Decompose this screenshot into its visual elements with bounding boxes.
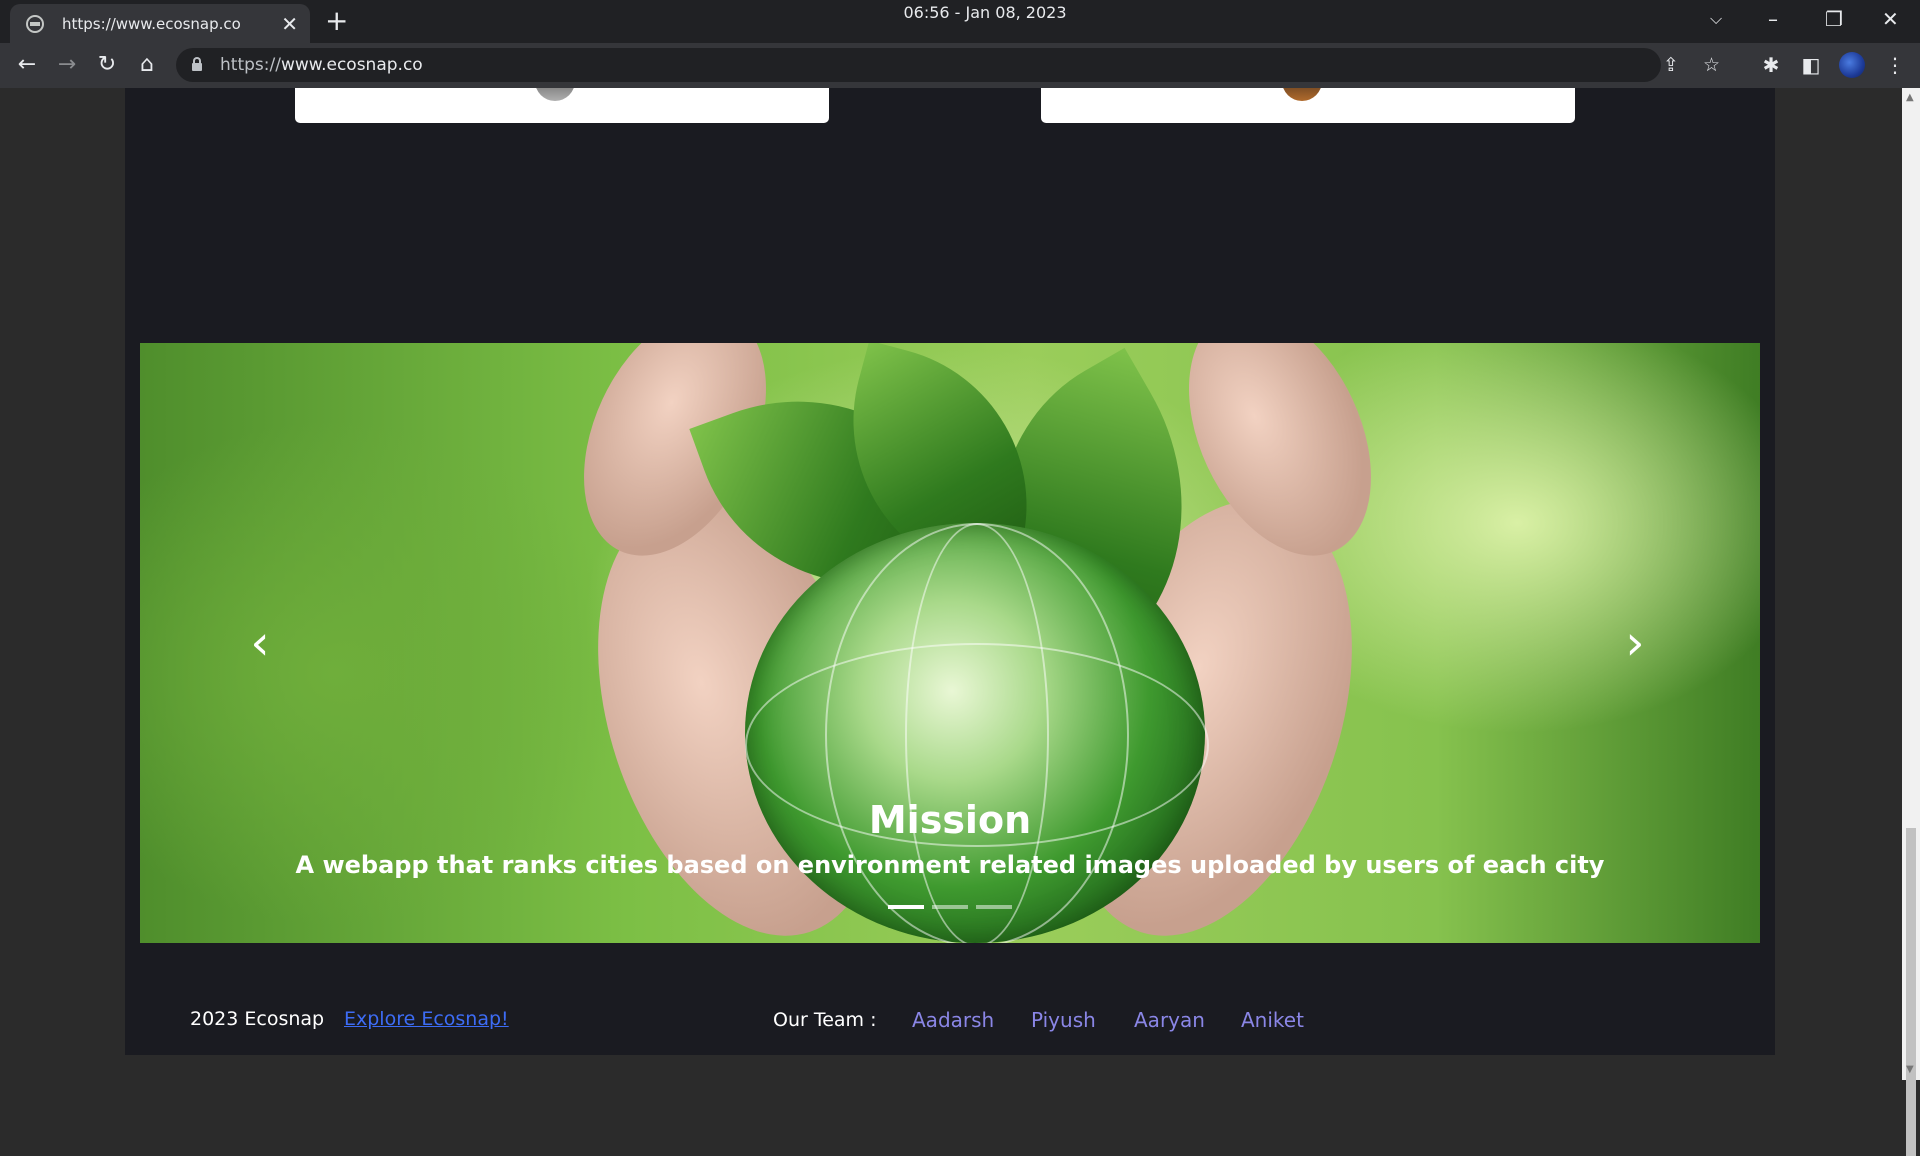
mission-carousel: ‹ › Mission A webapp that ranks cities b… [140,343,1760,943]
back-icon[interactable]: ← [12,50,42,80]
sidebar-icon[interactable]: ◧ [1796,50,1826,80]
url-text[interactable]: https://www.ecosnap.co [220,55,423,75]
share-icon[interactable]: ⇪ [1663,50,1679,80]
tab-search-chevron-down-icon[interactable]: ⌵ [1710,6,1722,32]
carousel-indicator[interactable] [976,905,1012,909]
url-host: www.ecosnap.co [280,55,423,75]
carousel-prev-chevron-left-icon[interactable]: ‹ [240,613,280,673]
profile-icon[interactable] [1839,52,1865,78]
carousel-indicator[interactable] [932,905,968,909]
team-link-aadarsh[interactable]: Aadarsh [912,1008,994,1032]
team-link-aaryan[interactable]: Aaryan [1134,1008,1205,1032]
carousel-indicators [140,905,1760,909]
city-card[interactable]: › [295,88,829,123]
page-main: › › ‹ › Missi [125,88,1775,1055]
city-card-avatar [1282,88,1322,101]
star-icon[interactable]: ☆ [1703,50,1720,80]
vertical-scrollbar[interactable]: ▲ ▼ [1902,88,1920,1156]
city-card[interactable]: › [1041,88,1575,123]
scrollbar-thumb[interactable] [1906,828,1916,1156]
page-viewport: › › ‹ › Missi [0,88,1902,1080]
copyright-text: 2023 Ecosnap [190,1008,325,1030]
team-link-piyush[interactable]: Piyush [1031,1008,1096,1032]
address-bar[interactable]: https://www.ecosnap.co ⇪ ☆ [176,48,1720,82]
team-link-aniket[interactable]: Aniket [1241,1008,1304,1032]
chevron-right-icon: › [1519,88,1525,93]
browser-title-bar: https://www.ecosnap.co ✕ + 06:56 - Jan 0… [0,0,1920,43]
carousel-indicator[interactable] [888,905,924,909]
restore-icon[interactable]: ❐ [1825,6,1843,32]
minimize-icon[interactable]: – [1768,6,1778,32]
browser-toolbar: ← → ↻ ⌂ https://www.ecosnap.co ⇪ ☆ ✱ ◧ ⋮ [0,43,1920,88]
explore-link[interactable]: Explore Ecosnap! [344,1008,509,1030]
carousel-next-chevron-right-icon[interactable]: › [1615,613,1655,673]
puzzle-icon[interactable]: ✱ [1756,50,1786,80]
reload-icon[interactable]: ↻ [92,50,122,80]
clock-text: 06:56 - Jan 08, 2023 [903,3,1067,22]
url-scheme: https:// [220,55,281,75]
scroll-up-icon[interactable]: ▲ [1906,92,1914,103]
scroll-down-icon[interactable]: ▼ [1906,1064,1914,1075]
chevron-right-icon: › [773,88,779,93]
city-card-avatar [535,88,575,101]
kebab-menu-icon[interactable]: ⋮ [1880,50,1910,80]
lock-icon[interactable] [192,57,202,71]
team-label: Our Team : [773,1009,877,1031]
home-icon[interactable]: ⌂ [132,50,162,80]
close-window-icon[interactable]: ✕ [1882,6,1899,32]
forward-icon[interactable]: → [52,50,82,80]
page-footer: 2023 Ecosnap Explore Ecosnap! Our Team :… [125,1008,1775,1038]
globe-image [745,523,1209,943]
globe-meridian [905,523,1049,943]
carousel-caption-title: Mission [868,798,1032,842]
carousel-caption-text: A webapp that ranks cities based on envi… [295,851,1605,879]
